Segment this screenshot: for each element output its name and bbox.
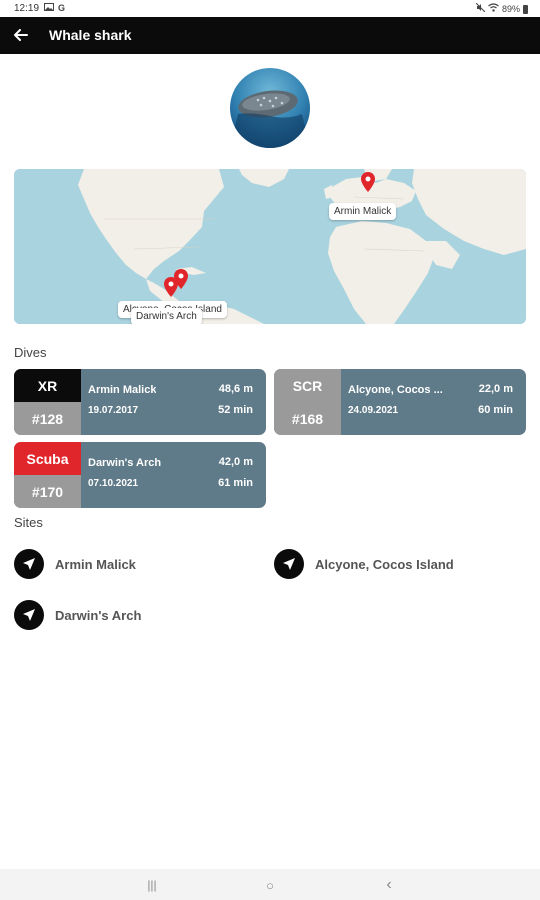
dive-type-badge: SCR: [274, 369, 341, 402]
wifi-icon: [488, 3, 499, 15]
site-name: Darwin's Arch: [55, 607, 142, 623]
dive-depth: 42,0 m: [218, 456, 253, 468]
dive-card[interactable]: Scuba #170 Darwin's Arch 07.10.2021 42,0…: [14, 442, 266, 508]
dive-number: #128: [14, 402, 81, 435]
chevron-left-icon: ‹: [386, 876, 392, 893]
screen: 12:19 G 89% Whale shark Armin Malick Isl…: [0, 0, 540, 900]
dive-sites-map[interactable]: Armin Malick Alcyone, Cocos Island Darwi…: [14, 169, 526, 324]
navigation-arrow-icon: [14, 549, 44, 579]
site-item[interactable]: Darwin's Arch: [14, 600, 141, 630]
app-bar: Whale shark: [0, 17, 540, 54]
dive-site-name: Alcyone, Cocos ...: [348, 384, 443, 396]
dive-duration: 61 min: [218, 477, 253, 489]
dives-heading: Dives: [14, 345, 47, 360]
recents-button[interactable]: |||: [142, 876, 162, 894]
map-label-darwin[interactable]: Darwin's Arch: [131, 308, 202, 324]
map-pin-armin[interactable]: [361, 172, 375, 192]
navigation-arrow-icon: [274, 549, 304, 579]
dive-card[interactable]: XR #128 Armin Malick 19.07.2017 48,6 m 5…: [14, 369, 266, 435]
dive-site-name: Armin Malick: [88, 384, 157, 396]
site-name: Alcyone, Cocos Island: [315, 556, 454, 572]
dive-number: #170: [14, 475, 81, 508]
dive-number: #168: [274, 402, 341, 435]
home-button[interactable]: ○: [260, 876, 280, 894]
species-photo: [230, 68, 310, 148]
dive-duration: 60 min: [478, 404, 513, 416]
navigation-arrow-icon: [14, 600, 44, 630]
dive-duration: 52 min: [218, 404, 253, 416]
dive-site-name: Darwin's Arch: [88, 457, 162, 469]
dive-depth: 22,0 m: [478, 383, 513, 395]
arrow-left-icon: [14, 29, 28, 41]
recents-icon: |||: [147, 878, 157, 892]
back-button[interactable]: [10, 24, 32, 46]
dive-card[interactable]: SCR #168 Alcyone, Cocos ... 24.09.2021 2…: [274, 369, 526, 435]
dive-date: 07.10.2021: [88, 478, 139, 489]
battery-level: 89%: [501, 4, 520, 14]
page-title: Whale shark: [49, 27, 132, 43]
home-icon: ○: [266, 877, 274, 893]
status-bar: 12:19 G 89%: [0, 0, 540, 17]
map-label-armin[interactable]: Armin Malick: [329, 203, 397, 220]
site-name: Armin Malick: [55, 556, 136, 572]
system-back-button[interactable]: ‹: [379, 876, 399, 894]
site-item[interactable]: Armin Malick: [14, 549, 136, 579]
dive-date: 24.09.2021: [348, 405, 399, 416]
dive-depth: 48,6 m: [218, 383, 253, 395]
image-icon: [44, 2, 54, 14]
dive-type-badge: Scuba: [14, 442, 81, 475]
site-item[interactable]: Alcyone, Cocos Island: [274, 549, 454, 579]
dive-type-badge: XR: [14, 369, 81, 402]
sites-heading: Sites: [14, 515, 43, 530]
mute-icon: [475, 2, 486, 15]
system-nav-bar: ||| ○ ‹: [0, 869, 540, 900]
map-pin-darwin[interactable]: [164, 277, 178, 297]
google-g-icon: G: [58, 3, 66, 13]
status-time: 12:19: [14, 3, 40, 14]
dive-date: 19.07.2017: [88, 405, 139, 416]
battery-icon: [523, 4, 528, 14]
